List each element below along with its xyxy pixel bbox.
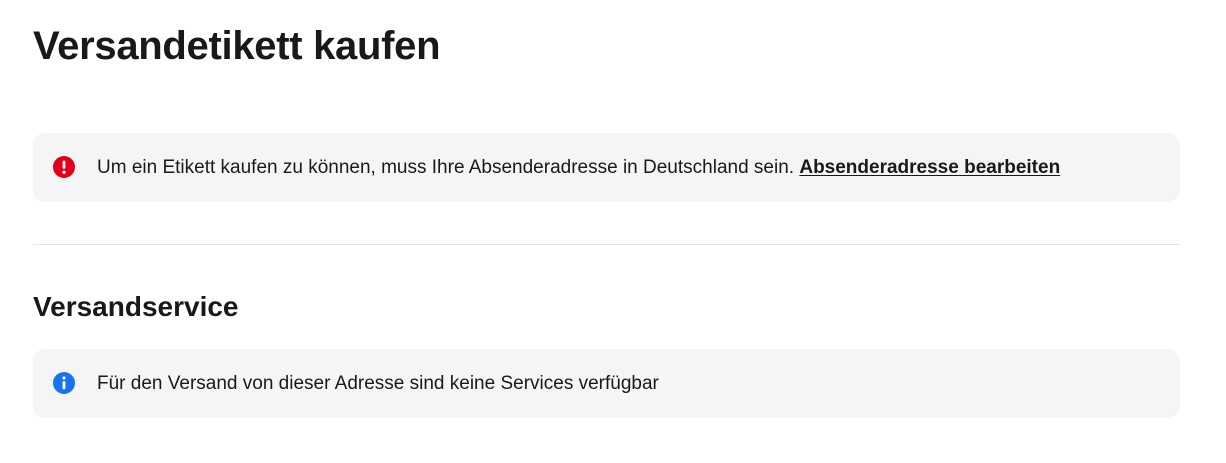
- error-alert-icon: [53, 156, 75, 178]
- page-title: Versandetikett kaufen: [33, 24, 441, 68]
- error-alert-message: Um ein Etikett kaufen zu können, muss Ih…: [97, 157, 795, 178]
- info-notice: Für den Versand von dieser Adresse sind …: [33, 349, 1180, 418]
- info-icon: [53, 372, 75, 394]
- section-divider: [33, 244, 1180, 245]
- info-notice-text: Für den Versand von dieser Adresse sind …: [97, 373, 659, 394]
- edit-sender-address-link[interactable]: Absenderadresse bearbeiten: [799, 157, 1060, 178]
- section-title-shipping-service: Versandservice: [33, 291, 239, 322]
- error-alert: Um ein Etikett kaufen zu können, muss Ih…: [33, 133, 1180, 202]
- error-alert-text: Um ein Etikett kaufen zu können, muss Ih…: [97, 133, 1060, 202]
